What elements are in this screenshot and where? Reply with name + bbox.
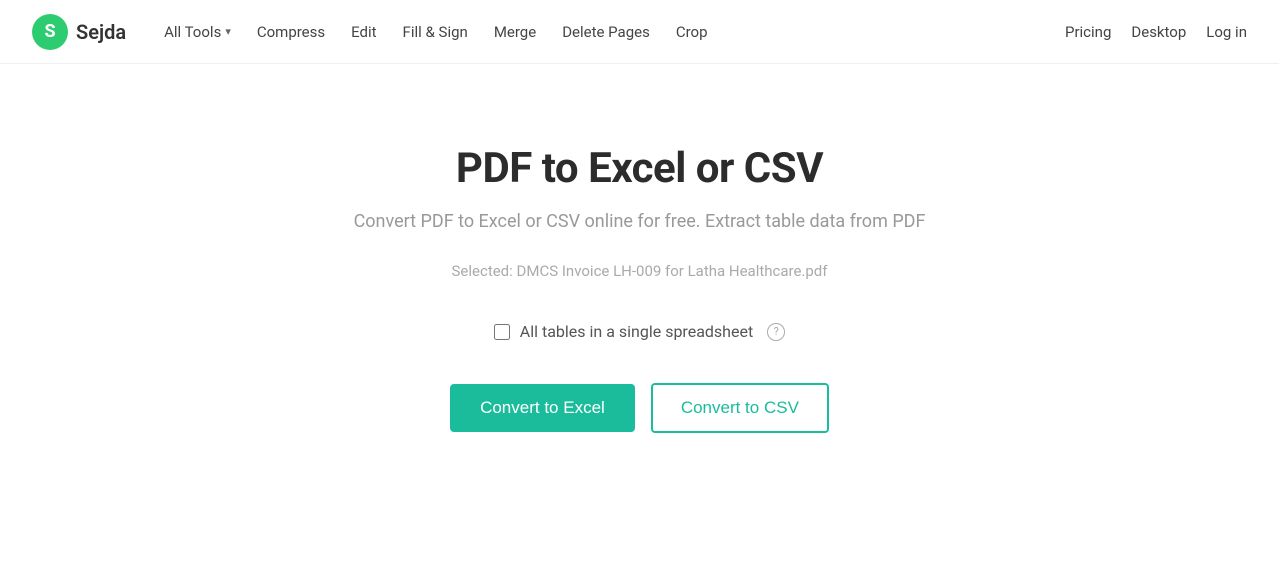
nav-item-login[interactable]: Log in [1206,23,1247,41]
nav-item-delete-pages[interactable]: Delete Pages [552,17,660,47]
nav-item-all-tools[interactable]: All Tools ▾ [154,17,241,47]
nav-item-edit[interactable]: Edit [341,17,386,47]
nav-item-merge[interactable]: Merge [484,17,546,47]
header: S Sejda All Tools ▾ Compress Edit Fill &… [0,0,1279,64]
logo-icon: S [32,14,68,50]
all-tables-checkbox[interactable] [494,324,510,340]
buttons-row: Convert to Excel Convert to CSV [450,383,829,433]
nav-item-pricing[interactable]: Pricing [1065,23,1111,41]
selected-file-info: Selected: DMCS Invoice LH-009 for Latha … [452,262,828,280]
all-tables-label[interactable]: All tables in a single spreadsheet [520,322,753,341]
nav-item-desktop[interactable]: Desktop [1131,23,1186,41]
chevron-down-icon: ▾ [225,25,231,38]
nav-item-fill-sign[interactable]: Fill & Sign [393,17,478,47]
logo-text: Sejda [76,20,126,44]
nav-item-compress[interactable]: Compress [247,17,335,47]
nav-left: S Sejda All Tools ▾ Compress Edit Fill &… [32,14,718,50]
logo[interactable]: S Sejda [32,14,126,50]
nav-item-crop[interactable]: Crop [666,17,718,47]
page-title: PDF to Excel or CSV [456,144,823,193]
help-icon[interactable]: ? [767,323,785,341]
main-content: PDF to Excel or CSV Convert PDF to Excel… [0,64,1279,433]
convert-to-excel-button[interactable]: Convert to Excel [450,384,635,432]
nav-right: Pricing Desktop Log in [1065,23,1247,41]
main-nav: All Tools ▾ Compress Edit Fill & Sign Me… [154,17,717,47]
convert-to-csv-button[interactable]: Convert to CSV [651,383,829,433]
page-subtitle: Convert PDF to Excel or CSV online for f… [354,211,926,232]
options-row: All tables in a single spreadsheet ? [494,322,785,341]
